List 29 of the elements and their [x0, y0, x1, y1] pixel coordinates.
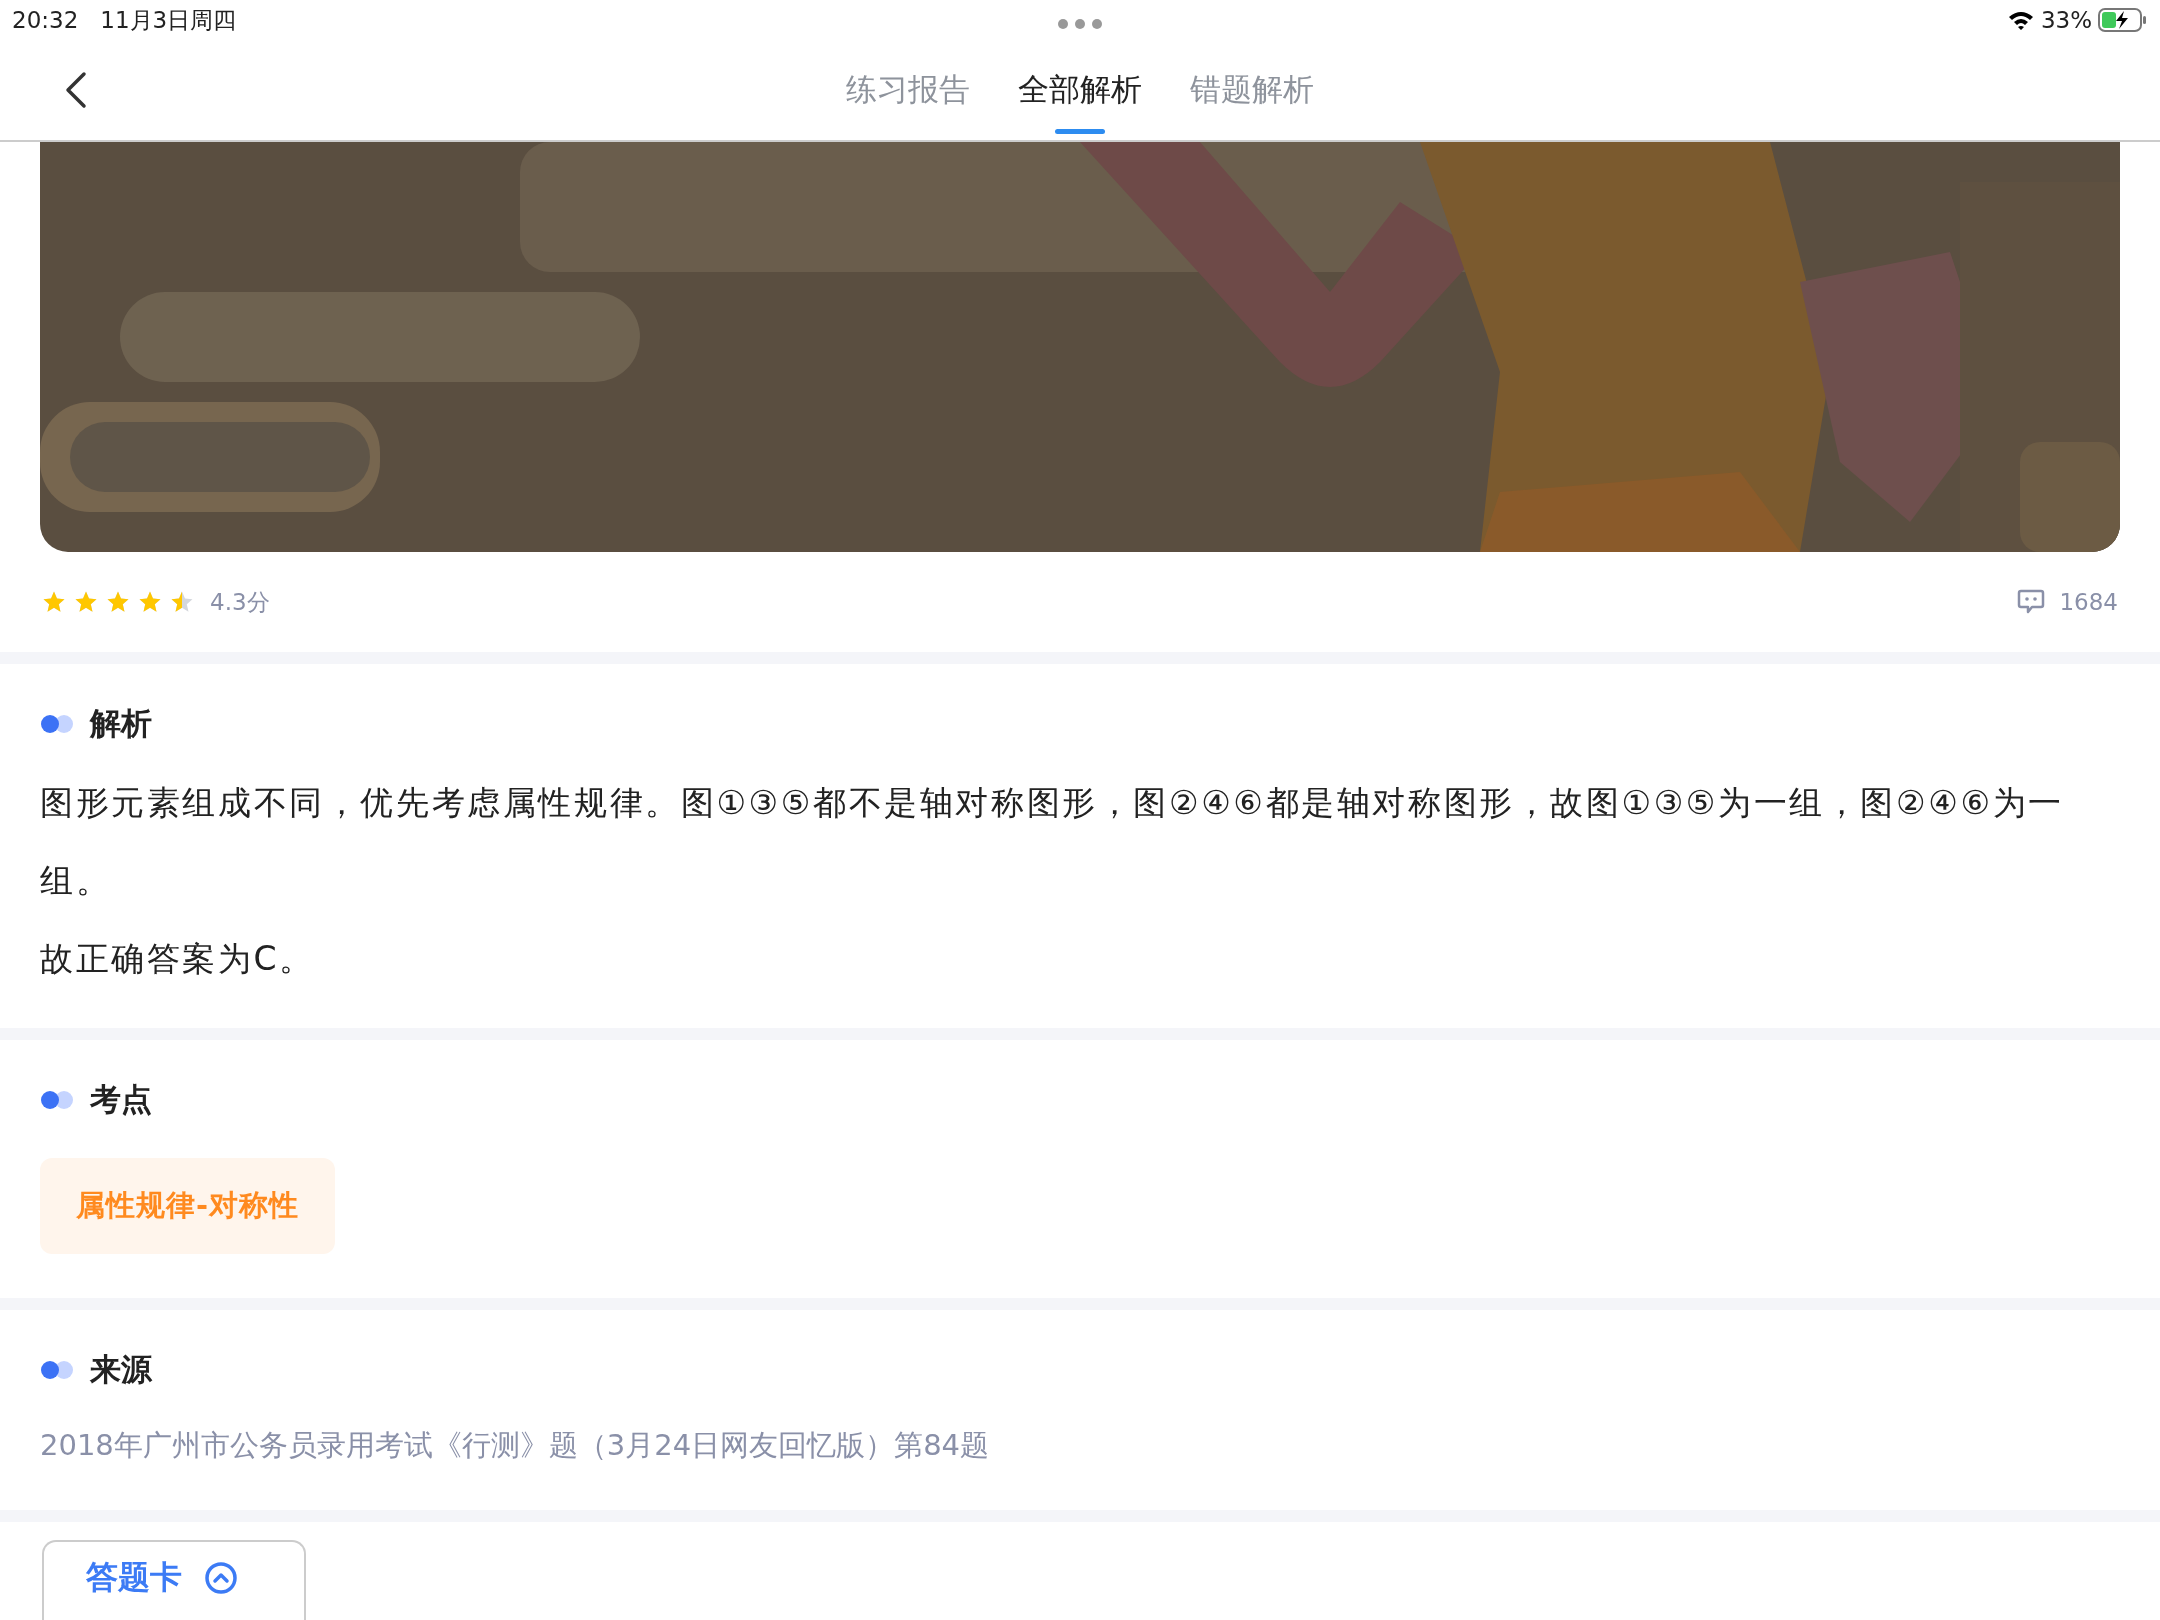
topic-tag[interactable]: 属性规律-对称性: [40, 1158, 336, 1254]
answer-card-button[interactable]: 答题卡: [42, 1540, 306, 1620]
section-bullet-icon: [40, 714, 74, 734]
star-icon: [74, 590, 98, 614]
nav-tab[interactable]: 全部解析: [1018, 40, 1142, 140]
status-date: 11月3日周四: [100, 5, 237, 35]
comment-icon[interactable]: [2017, 589, 2046, 615]
status-time: 20:32: [12, 7, 79, 33]
nav-tab[interactable]: 错题解析: [1190, 40, 1314, 140]
rating-score: 4.3分: [210, 587, 270, 617]
chevron-up-icon: [204, 1561, 238, 1595]
analysis-paragraph: 故正确答案为C。: [40, 938, 316, 980]
section-title: 解析: [90, 704, 152, 743]
section-title: 来源: [90, 1350, 152, 1389]
section-bullet-icon: [40, 1360, 74, 1380]
source-text: 2018年广州市公务员录用考试《行测》题（3月24日网友回忆版）第84题: [40, 1427, 991, 1464]
star-icon: [106, 590, 130, 614]
more-dots-icon: [1057, 18, 1103, 30]
star-icon: [170, 590, 194, 614]
back-button[interactable]: [64, 70, 88, 110]
analysis-paragraph: 图形元素组成不同，优先考虑属性规律。图①③⑤都不是轴对称图形，图②④⑥都是轴对称图形，故图①③⑤为一组，图②④⑥为一组。: [40, 782, 2065, 902]
comment-count: 1684: [2059, 589, 2118, 615]
star-icon: [138, 590, 162, 614]
nav-tab[interactable]: 练习报告: [846, 40, 970, 140]
star-icon: [42, 590, 66, 614]
battery-icon: [2098, 8, 2148, 32]
battery-percent: 33%: [2040, 7, 2092, 33]
section-title: 考点: [90, 1080, 152, 1119]
section-bullet-icon: [40, 1090, 74, 1110]
